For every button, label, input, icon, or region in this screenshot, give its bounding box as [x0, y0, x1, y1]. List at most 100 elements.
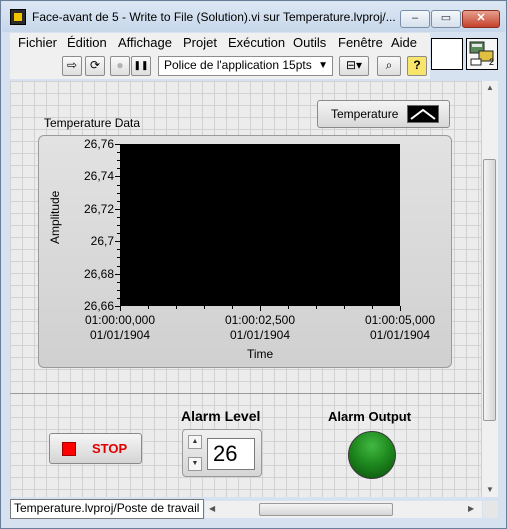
- menu-affichage[interactable]: Affichage: [118, 35, 172, 50]
- run-continuously-button[interactable]: ⟳: [85, 56, 105, 76]
- x-minor-tick-mark: [372, 306, 373, 309]
- x-tick-label: 01:00:02,500 01/01/1904: [215, 313, 305, 343]
- y-minor-tick-mark: [117, 257, 120, 259]
- legend-line-icon: [410, 108, 436, 120]
- x-tick-date: 01/01/1904: [89, 328, 151, 342]
- decrement-icon: ▼: [191, 460, 199, 467]
- resize-grip[interactable]: [483, 501, 498, 518]
- close-icon: ✕: [476, 12, 486, 24]
- menu-outils[interactable]: Outils: [293, 35, 326, 50]
- close-button[interactable]: ✕: [462, 10, 500, 28]
- title-bar[interactable]: Face-avant de 5 - Write to File (Solutio…: [2, 2, 505, 32]
- abort-icon: ●: [116, 58, 124, 72]
- font-select-value: Police de l'application 15pts: [164, 58, 312, 72]
- run-button[interactable]: ⇨: [62, 56, 82, 76]
- stop-button-label: STOP: [92, 441, 128, 456]
- legend-swatch[interactable]: [407, 105, 439, 123]
- y-tick-label: 26,7: [90, 234, 114, 249]
- menu-edition[interactable]: Édition: [67, 35, 107, 50]
- font-select[interactable]: Police de l'application 15pts ▼: [158, 56, 333, 76]
- x-tick-mark: [120, 306, 121, 311]
- minimize-icon: –: [411, 12, 419, 24]
- connector-number: 2: [489, 57, 495, 67]
- stop-icon: [62, 442, 76, 456]
- search-button[interactable]: ⌕: [377, 56, 401, 76]
- alarm-output-label: Alarm Output: [328, 409, 412, 424]
- plot-legend[interactable]: Temperature: [317, 100, 450, 128]
- alarm-output-led: [348, 431, 396, 479]
- panel-divider: [10, 393, 481, 394]
- vi-front-panel-window: Face-avant de 5 - Write to File (Solutio…: [0, 0, 507, 529]
- front-panel-canvas[interactable]: Temperature Data Temperature Amplitude T…: [10, 81, 481, 497]
- increment-icon: ▲: [191, 438, 199, 445]
- x-minor-tick-mark: [344, 306, 345, 309]
- stop-button[interactable]: STOP: [49, 433, 142, 464]
- x-minor-tick-mark: [232, 306, 233, 309]
- menu-fenetre[interactable]: Fenêtre: [338, 35, 383, 50]
- scroll-down-arrow-icon[interactable]: ▼: [486, 485, 494, 494]
- window-title: Face-avant de 5 - Write to File (Solutio…: [32, 10, 396, 24]
- y-minor-tick-mark: [117, 233, 120, 235]
- y-minor-tick-mark: [117, 225, 120, 226]
- x-axis-label: Time: [247, 347, 274, 361]
- align-objects-button[interactable]: ⊟▾: [339, 56, 369, 76]
- y-minor-tick-mark: [117, 152, 120, 154]
- vi-icon-editor[interactable]: [431, 38, 463, 70]
- chevron-down-icon: ▼: [318, 60, 328, 71]
- x-minor-tick-mark: [176, 306, 177, 309]
- help-icon: ?: [413, 58, 421, 72]
- y-tick-mark: [115, 144, 120, 145]
- decrement-button[interactable]: ▼: [188, 457, 202, 471]
- connector-pane[interactable]: 2: [466, 38, 498, 70]
- y-tick-mark: [115, 241, 120, 243]
- y-minor-tick-mark: [117, 200, 120, 202]
- context-help-button[interactable]: ?: [407, 56, 427, 76]
- scroll-up-arrow-icon[interactable]: ▲: [486, 83, 494, 92]
- y-minor-tick-mark: [117, 168, 120, 170]
- scroll-right-arrow-icon[interactable]: ▶: [468, 504, 474, 513]
- horizontal-scroll-thumb[interactable]: [259, 503, 393, 516]
- y-tick-label: 26,72: [83, 201, 114, 216]
- abort-button[interactable]: ●: [110, 56, 130, 76]
- pause-icon: ❚❚: [133, 60, 149, 70]
- menu-aide[interactable]: Aide: [391, 35, 417, 50]
- x-tick-time: 01:00:05,000: [364, 313, 436, 327]
- x-tick-time: 01:00:00,000: [84, 313, 156, 327]
- menu-bar: Fichier Édition Affichage Projet Exécuti…: [10, 33, 430, 53]
- alarm-level-input[interactable]: 26: [207, 438, 255, 470]
- y-tick-label: 26,68: [83, 266, 114, 281]
- horizontal-scrollbar[interactable]: ◀ ▶: [205, 501, 482, 518]
- labview-vi-icon: [10, 9, 26, 25]
- minimize-button[interactable]: –: [400, 10, 430, 28]
- chart-plot-area[interactable]: [120, 144, 400, 306]
- x-minor-tick-mark: [148, 306, 149, 309]
- y-minor-tick-mark: [117, 160, 120, 162]
- x-tick-date: 01/01/1904: [369, 328, 431, 342]
- run-continuously-icon: ⟳: [89, 58, 101, 72]
- run-arrow-icon: ⇨: [66, 58, 78, 72]
- vertical-scrollbar[interactable]: ▲ ▼: [481, 81, 498, 497]
- menu-fichier[interactable]: Fichier: [18, 35, 57, 50]
- y-tick-mark: [115, 273, 120, 275]
- x-tick-label: 01:00:00,000 01/01/1904: [75, 313, 165, 343]
- menu-projet[interactable]: Projet: [183, 35, 217, 50]
- pause-button[interactable]: ❚❚: [131, 56, 151, 76]
- vertical-scroll-thumb[interactable]: [483, 159, 496, 421]
- increment-button[interactable]: ▲: [188, 435, 202, 449]
- toolbar: ⇨ ⟳ ● ❚❚ Police de l'application 15pts ▼…: [10, 53, 430, 79]
- legend-series-name: Temperature: [331, 107, 399, 121]
- y-minor-tick-mark: [117, 289, 120, 291]
- align-icon: ⊟: [345, 58, 357, 72]
- maximize-button[interactable]: ▭: [431, 10, 461, 28]
- x-tick-date: 01/01/1904: [229, 328, 291, 342]
- maximize-icon: ▭: [440, 12, 452, 24]
- y-minor-tick-mark: [117, 216, 120, 218]
- chart-label: Temperature Data: [44, 116, 141, 130]
- y-minor-tick-mark: [117, 297, 120, 299]
- x-tick-label: 01:00:05,000 01/01/1904: [355, 313, 445, 343]
- menu-execution[interactable]: Exécution: [228, 35, 285, 50]
- x-minor-tick-mark: [288, 306, 289, 309]
- y-tick-mark: [115, 176, 120, 178]
- x-tick-mark: [260, 306, 261, 311]
- scroll-left-arrow-icon[interactable]: ◀: [209, 504, 215, 513]
